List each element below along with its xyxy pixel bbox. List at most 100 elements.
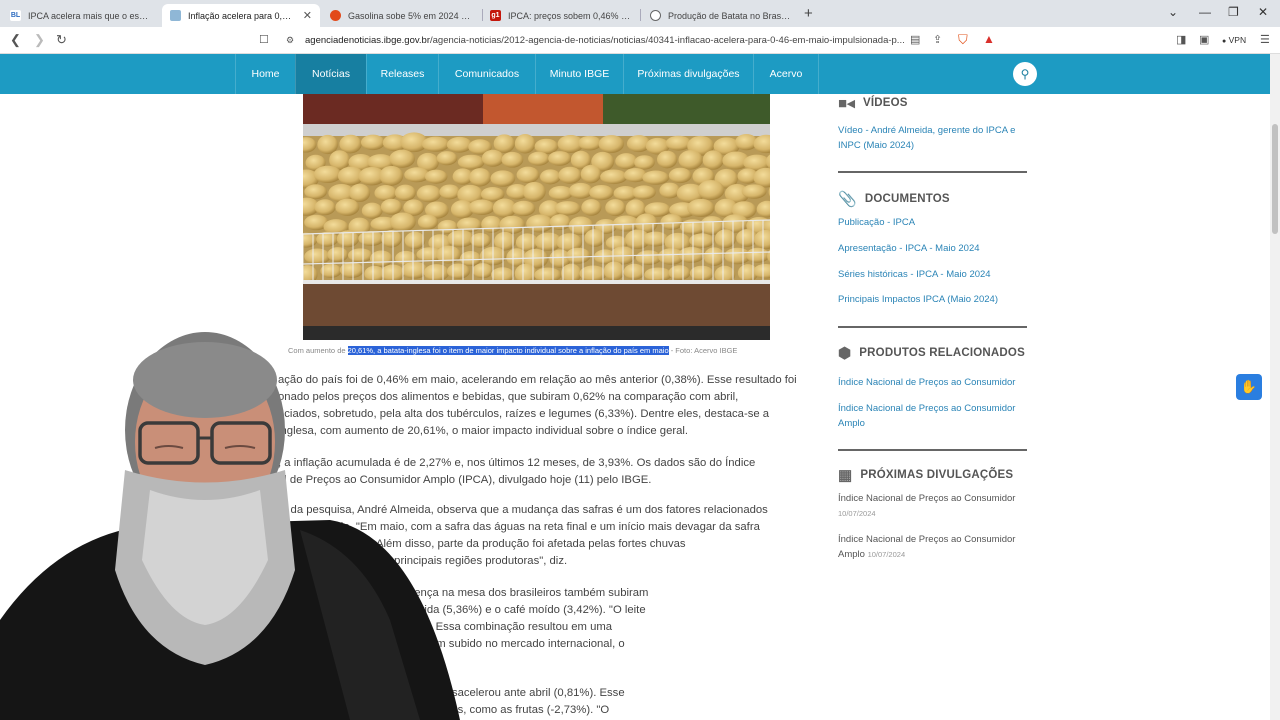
sidebar-link-publicacao[interactable]: Publicação - IPCA <box>838 215 915 230</box>
reload-icon[interactable]: ↻ <box>56 32 67 48</box>
potato-shape <box>358 230 384 247</box>
caption-credit: - Foto: Acervo IBGE <box>668 346 738 355</box>
potato-shape <box>702 150 724 170</box>
nav-comunicados[interactable]: Comunicados <box>438 54 535 94</box>
release-item[interactable]: Índice Nacional de Preços ao Consumidor … <box>838 532 1033 562</box>
potato-shape <box>374 185 398 202</box>
search-icon[interactable]: ⚲ <box>1013 62 1037 86</box>
url-field[interactable]: agenciadenoticias.ibge.gov.br/agencia-no… <box>305 35 905 46</box>
nav-acervo[interactable]: Acervo <box>753 54 819 94</box>
brave-rewards-icon[interactable]: ▲ <box>983 32 995 46</box>
potato-shape <box>703 247 725 267</box>
tab-title: Gasolina sobe 5% em 2024 mesmo c <box>348 10 474 21</box>
sidebar-link-ipca[interactable]: Índice Nacional de Preços ao Consumidor … <box>838 401 1033 431</box>
potato-shape <box>389 212 416 232</box>
potato-shape <box>623 263 646 280</box>
cube-icon: ⬢ <box>838 345 852 362</box>
potato-shape <box>511 200 536 217</box>
browser-tab-active[interactable]: Inflação acelera para 0,46% em ✕ <box>162 4 320 27</box>
browser-tab-strip: BL IPCA acelera mais que o esperado p In… <box>0 0 1280 27</box>
share-icon[interactable]: ⇪ <box>933 33 942 46</box>
potato-shape <box>578 135 602 151</box>
potato-shape <box>660 214 683 230</box>
potato-shape <box>528 151 550 166</box>
release-item[interactable]: Índice Nacional de Preços ao Consumidor … <box>838 491 1038 521</box>
tab-favicon-icon: g1 <box>490 10 501 21</box>
reader-icon[interactable]: ▤ <box>910 33 920 46</box>
sign-language-icon[interactable]: ✋ <box>1236 374 1262 400</box>
vpn-label: VPN <box>1228 35 1247 45</box>
potato-shape <box>697 180 725 200</box>
video-camera-icon: ■◂ <box>838 95 855 112</box>
presenter-video <box>0 332 460 720</box>
browser-tab[interactable]: Gasolina sobe 5% em 2024 mesmo c <box>322 4 482 27</box>
potato-shape <box>401 261 428 279</box>
calendar-icon: ▦ <box>838 467 853 484</box>
tab-list-icon[interactable]: ⌄ <box>1168 5 1178 19</box>
divider <box>838 171 1027 173</box>
tab-title: Produção de Batata no Brasil | IBGE <box>668 10 792 21</box>
potato-shape <box>584 229 606 247</box>
minimize-icon[interactable]: — <box>1199 5 1211 19</box>
nav-minuto-ibge[interactable]: Minuto IBGE <box>535 54 623 94</box>
wallet-icon[interactable]: ▣ <box>1199 33 1209 46</box>
nav-home[interactable]: Home <box>235 54 295 94</box>
tab-title: IPCA: preços sobem 0,46% em maio <box>508 10 632 21</box>
sidebar-link-principais-impactos[interactable]: Principais Impactos IPCA (Maio 2024) <box>838 292 998 307</box>
sidebar-toggle-icon[interactable]: ◨ <box>1176 33 1186 46</box>
potato-shape <box>741 184 767 199</box>
sidebar-proximas-heading: ▦ PRÓXIMAS DIVULGAÇÕES <box>838 466 1013 484</box>
vpn-button[interactable]: ● VPN <box>1222 35 1246 45</box>
globe-icon <box>650 10 661 21</box>
potato-shape <box>439 184 461 200</box>
sidebar-link-inpc[interactable]: Índice Nacional de Preços ao Consumidor <box>838 375 1015 390</box>
potato-shape <box>468 199 495 216</box>
sidebar-link-series-historicas[interactable]: Séries históricas - IPCA - Maio 2024 <box>838 267 991 282</box>
nav-proximas-divulgacoes[interactable]: Próximas divulgações <box>623 54 753 94</box>
sidebar-link-apresentacao[interactable]: Apresentação - IPCA - Maio 2024 <box>838 241 980 256</box>
potato-shape <box>304 184 327 200</box>
potato-shape <box>327 247 349 263</box>
page-scrollbar[interactable] <box>1270 54 1280 720</box>
release-name: Índice Nacional de Preços ao Consumidor … <box>838 534 1016 560</box>
release-date: 10/07/2024 <box>838 509 876 518</box>
browser-tab[interactable]: Produção de Batata no Brasil | IBGE <box>642 4 800 27</box>
divider <box>838 326 1027 328</box>
potato-shape <box>687 198 715 218</box>
tab-title: Inflação acelera para 0,46% em <box>188 10 295 21</box>
nav-releases[interactable]: Releases <box>366 54 438 94</box>
potato-shape <box>348 248 373 263</box>
bookmark-icon[interactable]: ☐ <box>259 33 269 46</box>
potato-shape <box>745 247 770 263</box>
browser-tab[interactable]: BL IPCA acelera mais que o esperado p <box>2 4 160 27</box>
url-host: agenciadenoticias.ibge.gov.br <box>305 35 430 46</box>
new-tab-icon[interactable]: + <box>804 5 813 22</box>
potato-shape <box>603 261 625 281</box>
divider <box>838 449 1027 451</box>
potato-shape <box>423 264 450 282</box>
close-tab-icon[interactable]: ✕ <box>303 9 312 22</box>
restore-icon[interactable]: ❐ <box>1228 5 1239 19</box>
tab-favicon-icon <box>330 10 341 21</box>
sidebar-link-video[interactable]: Vídeo - André Almeida, gerente do IPCA e… <box>838 123 1028 153</box>
section-title: PRÓXIMAS DIVULGAÇÕES <box>860 469 1014 481</box>
potato-shape <box>581 199 602 216</box>
potato-shape <box>568 182 593 199</box>
browser-tab[interactable]: g1 IPCA: preços sobem 0,46% em maio <box>482 4 640 27</box>
release-name: Índice Nacional de Preços ao Consumidor <box>838 493 1016 504</box>
forward-icon[interactable]: ❯ <box>34 32 45 48</box>
nav-noticias[interactable]: Notícias <box>295 54 366 94</box>
paperclip-icon: 📎 <box>838 191 857 208</box>
brave-shield-icon[interactable]: ⛉ <box>958 32 968 48</box>
scrollbar-thumb[interactable] <box>1272 124 1278 234</box>
back-icon[interactable]: ❮ <box>10 32 21 48</box>
sidebar-videos-heading: ■◂ VÍDEOS <box>838 94 908 112</box>
potato-shape <box>516 166 540 184</box>
vpn-status-icon: ● <box>1222 38 1227 45</box>
close-window-icon[interactable]: ✕ <box>1258 5 1268 19</box>
tab-title: IPCA acelera mais que o esperado p <box>28 10 152 21</box>
menu-icon[interactable]: ☰ <box>1260 33 1270 46</box>
url-path: /agencia-noticias/2012-agencia-de-notici… <box>430 35 905 46</box>
potato-shape <box>456 217 482 233</box>
site-info-icon[interactable]: ⚙ <box>286 35 294 46</box>
